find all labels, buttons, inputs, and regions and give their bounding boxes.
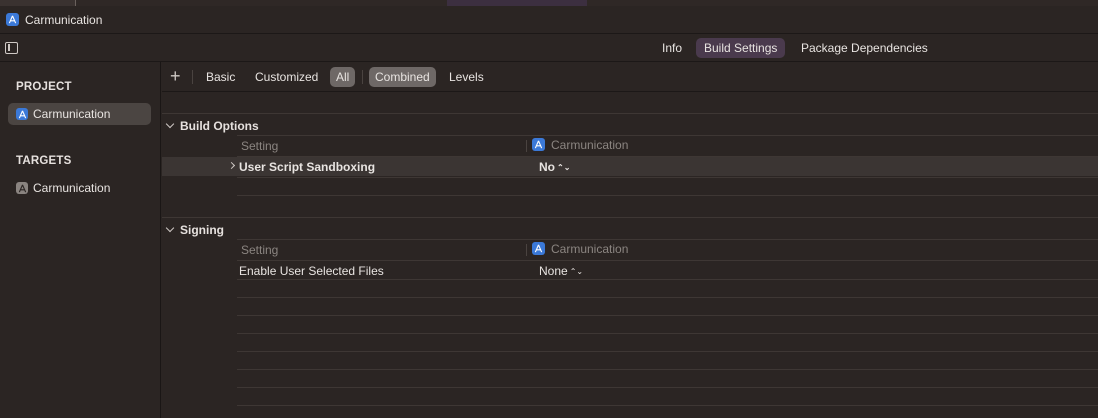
xcode-app-icon [532, 138, 545, 151]
group-title: Build Options [180, 119, 259, 133]
setting-value-popup[interactable]: No ⌃⌄ [539, 160, 570, 174]
toolbar-divider [362, 70, 363, 84]
filter-customized[interactable]: Customized [249, 67, 324, 87]
sidebar-item-target[interactable]: Carmunication [8, 177, 151, 199]
row-separator [237, 405, 1098, 406]
group-header-signing[interactable]: Signing [165, 223, 224, 237]
build-settings-editor: + Basic Customized All Combined Levels B… [162, 62, 1098, 418]
group-title: Signing [180, 223, 224, 237]
tab-info[interactable]: Info [654, 38, 690, 58]
row-separator [162, 217, 1098, 218]
sidebar-item-label: Carmunication [33, 181, 111, 195]
add-setting-button[interactable]: + [170, 66, 181, 86]
target-column-label: Carmunication [551, 138, 629, 152]
xcode-project-icon [16, 108, 28, 120]
row-separator [237, 351, 1098, 352]
filter-basic[interactable]: Basic [200, 67, 241, 87]
group-header-build-options[interactable]: Build Options [165, 119, 259, 133]
row-separator [162, 113, 1098, 114]
chevron-down-icon [165, 223, 175, 233]
row-separator [237, 135, 1098, 136]
updown-chevron-icon: ⌃⌄ [569, 267, 584, 276]
row-separator [237, 195, 1098, 196]
target-column-header: Carmunication [532, 242, 682, 256]
column-separator [526, 140, 527, 152]
editor-tab-bar: Info Build Settings Package Dependencies [0, 34, 1098, 62]
app-target-icon [16, 182, 28, 194]
title-bar: Carmunication [0, 6, 1098, 34]
sidebar-toggle-icon[interactable] [5, 42, 18, 54]
row-separator [237, 297, 1098, 298]
xcode-app-icon [532, 242, 545, 255]
setting-row[interactable]: User Script Sandboxing No ⌃⌄ [162, 157, 1098, 176]
row-separator [237, 387, 1098, 388]
updown-chevron-icon: ⌃⌄ [557, 163, 571, 172]
setting-row[interactable]: Enable User Selected Files None ⌃⌄ [162, 261, 1098, 280]
build-settings-toolbar: + Basic Customized All Combined Levels [162, 62, 1098, 92]
tab-package-dependencies[interactable]: Package Dependencies [793, 38, 936, 58]
project-section-header: PROJECT [16, 81, 72, 93]
tab-build-settings[interactable]: Build Settings [696, 38, 786, 58]
column-separator [526, 244, 527, 256]
project-sidebar: PROJECT Carmunication TARGETS Carmunicat… [0, 62, 161, 418]
setting-column-header: Setting [241, 243, 279, 257]
xcode-app-icon [6, 13, 19, 26]
setting-value-popup[interactable]: None ⌃⌄ [539, 264, 583, 278]
row-separator [237, 333, 1098, 334]
row-separator [237, 279, 1098, 280]
target-column-label: Carmunication [551, 242, 629, 256]
row-separator [237, 369, 1098, 370]
row-separator [237, 239, 1098, 240]
view-combined[interactable]: Combined [369, 67, 436, 87]
sidebar-item-label: Carmunication [33, 107, 111, 121]
setting-column-header: Setting [241, 139, 279, 153]
chevron-down-icon [165, 119, 175, 129]
row-separator [237, 177, 1098, 178]
filter-all[interactable]: All [330, 67, 356, 87]
sidebar-item-project[interactable]: Carmunication [8, 103, 151, 125]
window-title: Carmunication [25, 13, 103, 27]
target-column-header: Carmunication [532, 138, 682, 152]
targets-section-header: TARGETS [16, 155, 72, 167]
setting-name: User Script Sandboxing [239, 160, 376, 174]
setting-name: Enable User Selected Files [239, 264, 384, 278]
chevron-right-icon[interactable] [227, 161, 236, 170]
view-levels[interactable]: Levels [443, 67, 490, 87]
toolbar-divider [192, 70, 193, 84]
row-separator [237, 315, 1098, 316]
